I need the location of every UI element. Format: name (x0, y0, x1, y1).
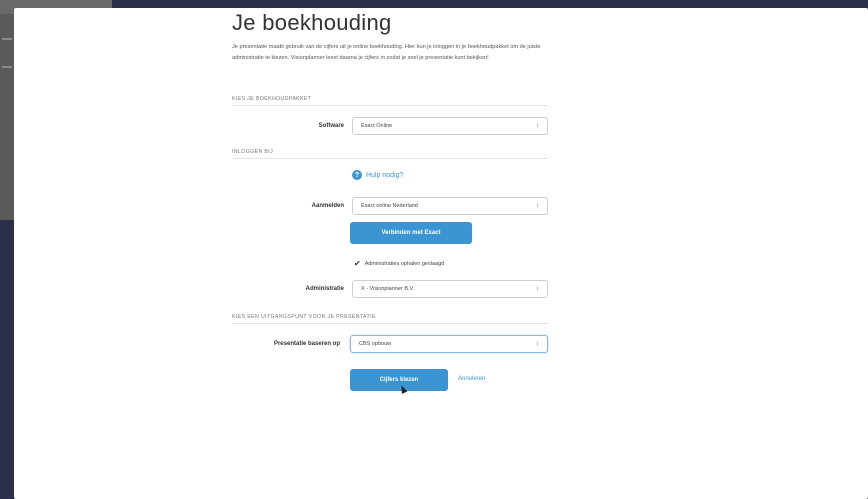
caret-updown-icon: ↕ (536, 286, 539, 292)
presentatie-select-value: CBS opbouw (359, 341, 392, 347)
cancel-link[interactable]: Annuleren (458, 376, 485, 382)
caret-updown-icon: ↕ (536, 203, 539, 209)
background-window-line (2, 66, 12, 68)
administratie-select-value: X - Visionplanner B.V. (361, 286, 415, 292)
software-select[interactable]: Exact Online ↕ (352, 117, 548, 135)
administratie-label: Administratie (305, 286, 344, 292)
administratie-select[interactable]: X - Visionplanner B.V. ↕ (352, 280, 548, 298)
administratie-row: Administratie X - Visionplanner B.V. ↕ (232, 280, 548, 298)
presentatie-row: Presentatie baseren op CBS opbouw ↕ (232, 335, 548, 353)
checkmark-icon: ✔ (354, 259, 361, 268)
caret-updown-icon: ↕ (536, 123, 539, 129)
success-text: Administraties ophalen geslaagd (364, 260, 445, 267)
page-header: Je boekhouding Je presentatie maakt gebr… (232, 10, 550, 64)
caret-updown-icon: ↕ (536, 341, 539, 347)
intro-text: Je presentatie maakt gebruik van de cijf… (232, 44, 541, 61)
success-message: ✔ Administraties ophalen geslaagd (354, 259, 444, 268)
section-heading-login: INLOGGEN BIJ (232, 149, 548, 159)
modal-sheet (14, 8, 868, 499)
help-icon: ? (352, 170, 362, 180)
help-label: Hulp nodig? (366, 171, 404, 179)
connect-exact-button[interactable]: Verbinden met Exact (350, 222, 472, 244)
aanmelden-select[interactable]: Exact online Nederland ↕ (352, 197, 548, 215)
presentatie-label: Presentatie baseren op (273, 341, 340, 347)
page-title: Je boekhouding (232, 10, 392, 35)
software-label: Software (318, 123, 344, 129)
section-heading-presentatie: KIES EEN UITGANGSPUNT VOOR JE PRESENTATI… (232, 314, 548, 324)
software-row: Software Exact Online ↕ (232, 117, 548, 135)
aanmelden-row: Aanmelden Exact online Nederland ↕ (232, 197, 548, 215)
background-top-strip (112, 0, 868, 8)
help-link[interactable]: ? Hulp nodig? (352, 170, 403, 180)
aanmelden-select-value: Exact online Nederland (361, 203, 418, 209)
section-heading-software: KIES JE BOEKHOUDPAKKET (232, 96, 548, 106)
aanmelden-label: Aanmelden (311, 203, 344, 209)
background-window-line (2, 38, 12, 40)
presentatie-select[interactable]: CBS opbouw ↕ (350, 335, 548, 353)
software-select-value: Exact Online (361, 123, 393, 129)
